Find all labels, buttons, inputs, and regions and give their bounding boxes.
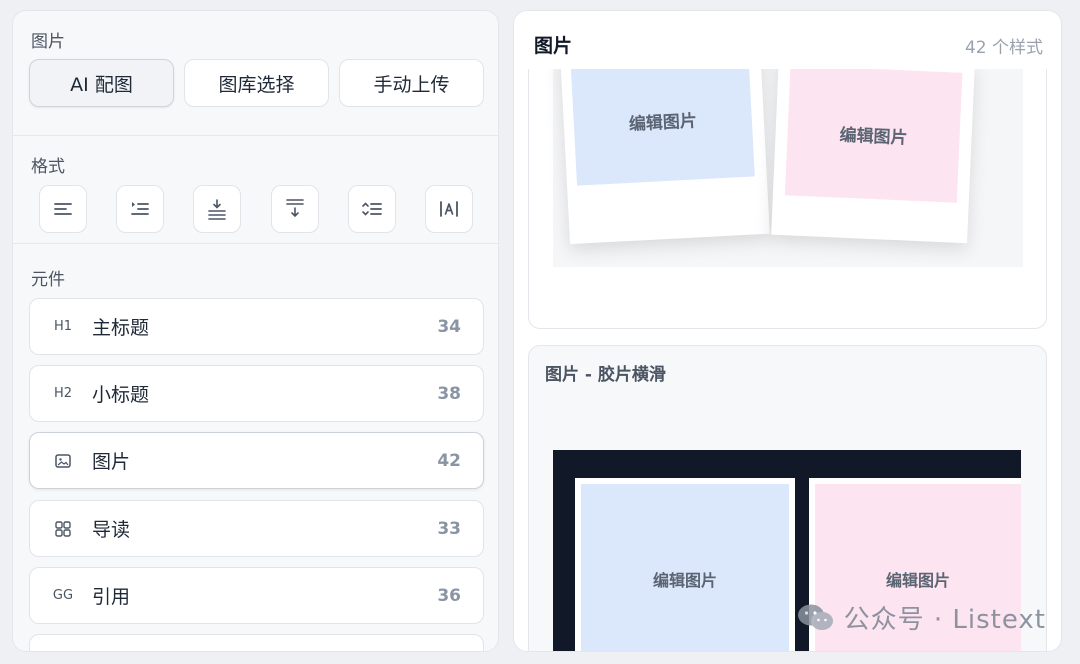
preview-title: 图片 [534,35,573,57]
watermark: 公众号 · Listext [796,599,1046,636]
line-height-icon [362,202,382,216]
spacing-bottom-button[interactable] [271,185,319,233]
component-count: 38 [437,383,461,404]
component-count: 34 [437,316,461,337]
wechat-icon [797,604,833,630]
indent-button[interactable] [116,185,164,233]
spacing-top-icon [208,199,226,220]
image-icon [50,452,76,470]
photo-placeholder[interactable]: 编辑图片 [581,484,789,651]
component-item-partial[interactable] [29,634,484,651]
gallery-select-button[interactable]: 图库选择 [184,59,329,107]
component-label: 主标题 [92,317,150,339]
edit-image-label: 编辑图片 [885,571,950,590]
style-preview-panel: 图片 42 个样式 编辑图片 编辑图片 图片 - 胶片横滑 编辑图片 编辑图片 [513,10,1062,652]
divider [13,135,498,136]
component-item-image[interactable]: 图片 42 [29,432,484,489]
photo-placeholder[interactable]: 编辑图片 [570,69,755,186]
spacing-top-button[interactable] [193,185,241,233]
edit-image-label: 编辑图片 [839,125,908,148]
component-item-h1[interactable]: H1 主标题 34 [29,298,484,355]
photo-placeholder[interactable]: 编辑图片 [784,69,963,203]
quote-icon: GG [52,588,74,603]
style-card-polaroid[interactable]: 编辑图片 编辑图片 [528,69,1047,329]
heading-2-icon: H2 [53,386,73,401]
component-label: 导读 [92,519,131,541]
component-panel: 图片 AI 配图 图库选择 手动上传 格式 元件 H1 主标题 34 H2 小标… [12,10,499,652]
polaroid-frame: 编辑图片 [560,69,770,245]
grid-icon [50,520,76,538]
polaroid-frame: 编辑图片 [771,69,975,244]
edit-image-label: 编辑图片 [652,571,717,590]
image-section-title: 图片 [31,32,65,52]
text-width-button[interactable] [425,185,473,233]
ai-image-button[interactable]: AI 配图 [29,59,174,107]
style-card-title: 图片 - 胶片横滑 [545,365,666,385]
heading-1-icon: H1 [53,319,73,334]
component-item-quote[interactable]: GG 引用 36 [29,567,484,624]
component-label: 图片 [92,451,131,473]
style-count: 42 个样式 [964,38,1043,58]
component-item-h2[interactable]: H2 小标题 38 [29,365,484,422]
indent-icon [131,202,149,215]
component-count: 33 [437,518,461,539]
component-item-guide[interactable]: 导读 33 [29,500,484,557]
align-left-icon [54,203,72,215]
align-left-button[interactable] [39,185,87,233]
format-section-title: 格式 [31,157,65,177]
component-count: 42 [437,450,461,471]
divider [13,243,498,244]
components-section-title: 元件 [31,270,65,290]
film-frame: 编辑图片 [575,478,795,651]
component-label: 小标题 [92,384,150,406]
component-label: 引用 [92,586,131,608]
manual-upload-button[interactable]: 手动上传 [339,59,484,107]
text-width-icon [440,201,458,217]
component-count: 36 [437,585,461,606]
watermark-text: 公众号 · Listext [843,605,1046,635]
line-height-button[interactable] [348,185,396,233]
edit-image-label: 编辑图片 [628,110,698,135]
spacing-bottom-icon [286,199,304,218]
